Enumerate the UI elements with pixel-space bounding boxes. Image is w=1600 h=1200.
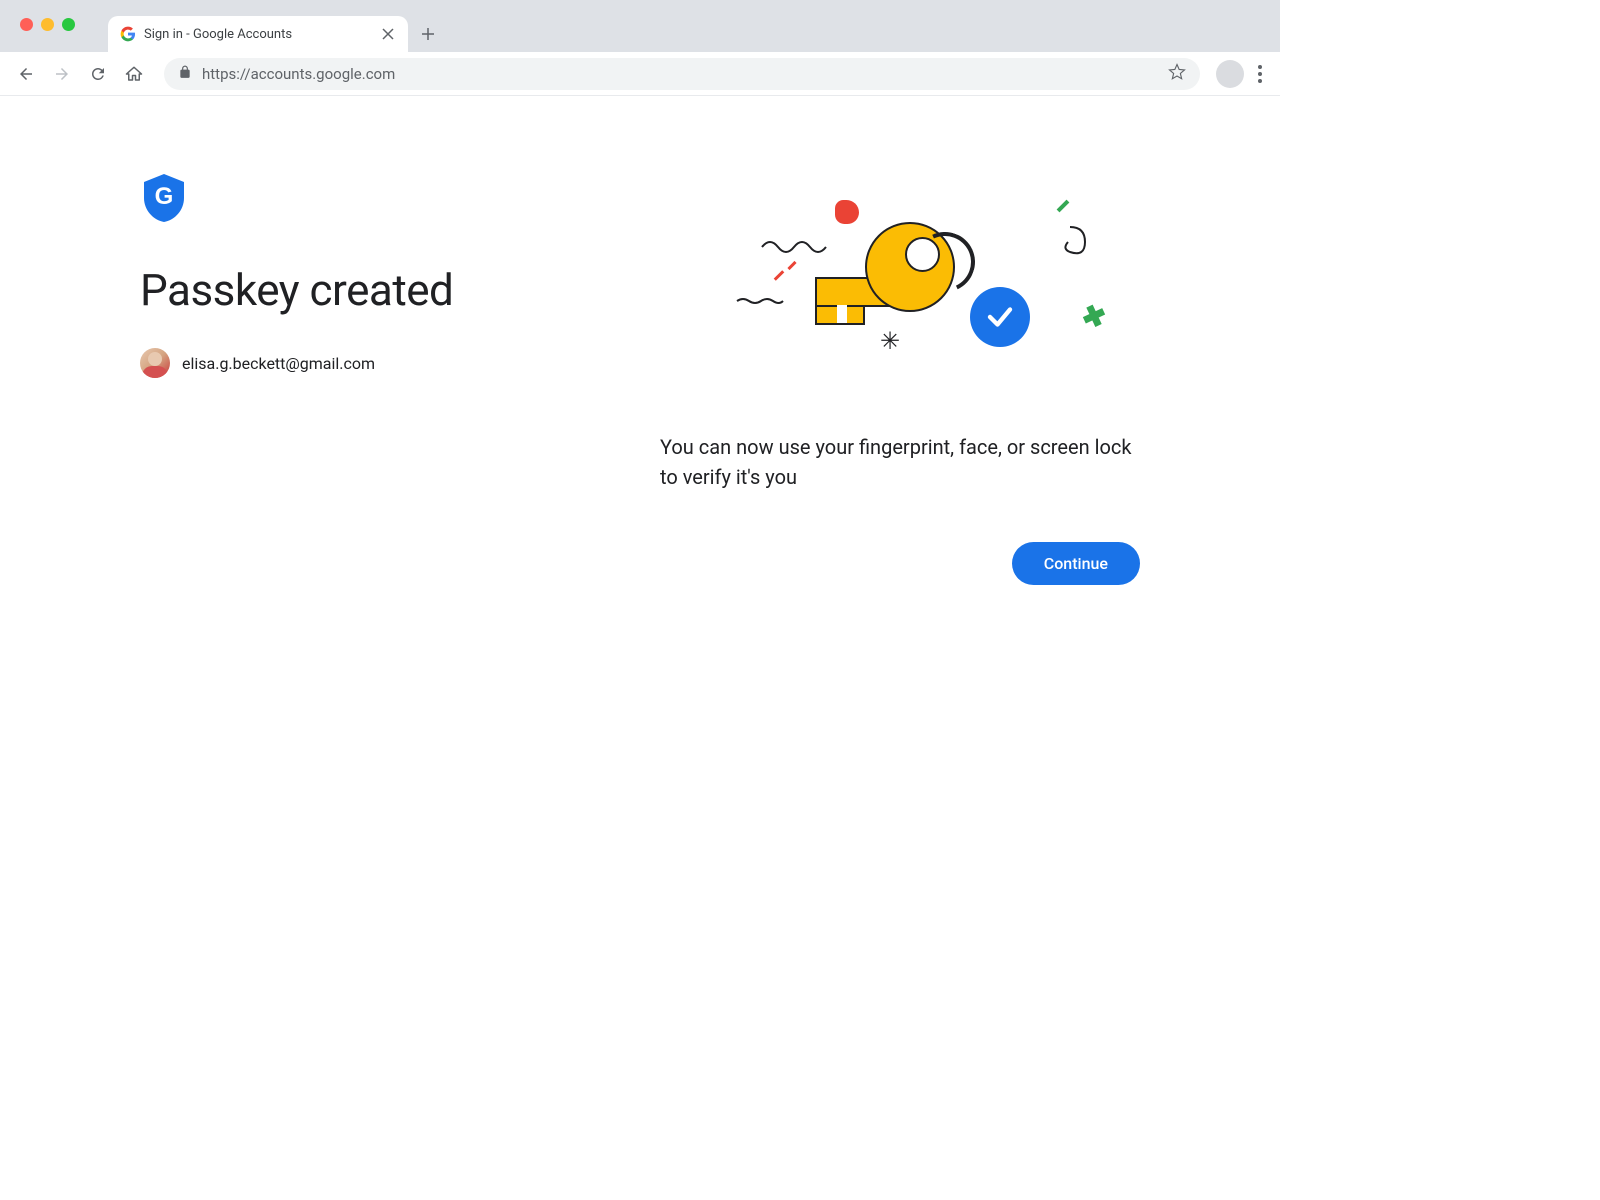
svg-text:G: G xyxy=(155,183,174,210)
forward-button[interactable] xyxy=(48,60,76,88)
checkmark-icon xyxy=(970,287,1030,347)
account-email: elisa.g.beckett@gmail.com xyxy=(182,354,375,373)
browser-toolbar: https://accounts.google.com xyxy=(0,52,1280,96)
passkey-illustration: ✖ ✳ xyxy=(660,192,1140,392)
window-maximize-button[interactable] xyxy=(62,18,75,31)
left-column: G Passkey created elisa.g.beckett@gmail.… xyxy=(140,172,600,585)
lock-icon xyxy=(178,65,192,83)
window-controls xyxy=(20,18,75,31)
google-shield-icon: G xyxy=(140,172,188,224)
window-close-button[interactable] xyxy=(20,18,33,31)
url-text: https://accounts.google.com xyxy=(202,65,395,83)
browser-tab[interactable]: Sign in - Google Accounts xyxy=(108,16,408,52)
new-tab-button[interactable] xyxy=(418,24,438,44)
page-content: G Passkey created elisa.g.beckett@gmail.… xyxy=(0,96,1280,585)
page-heading: Passkey created xyxy=(140,264,600,316)
continue-button[interactable]: Continue xyxy=(1012,542,1140,585)
address-bar[interactable]: https://accounts.google.com xyxy=(164,58,1200,90)
tab-title: Sign in - Google Accounts xyxy=(144,27,292,42)
back-button[interactable] xyxy=(12,60,40,88)
description-text: You can now use your fingerprint, face, … xyxy=(660,432,1140,492)
browser-menu-button[interactable] xyxy=(1252,59,1268,89)
account-chip[interactable]: elisa.g.beckett@gmail.com xyxy=(140,348,600,378)
action-row: Continue xyxy=(660,542,1140,585)
user-avatar xyxy=(140,348,170,378)
bookmark-star-icon[interactable] xyxy=(1168,63,1186,85)
home-button[interactable] xyxy=(120,60,148,88)
tab-close-icon[interactable] xyxy=(380,26,396,42)
window-minimize-button[interactable] xyxy=(41,18,54,31)
google-favicon-icon xyxy=(120,26,136,42)
reload-button[interactable] xyxy=(84,60,112,88)
right-column: ✖ ✳ You can now use your fingerprint, fa… xyxy=(660,172,1140,585)
profile-avatar[interactable] xyxy=(1216,60,1244,88)
browser-tab-strip: Sign in - Google Accounts xyxy=(0,0,1280,52)
